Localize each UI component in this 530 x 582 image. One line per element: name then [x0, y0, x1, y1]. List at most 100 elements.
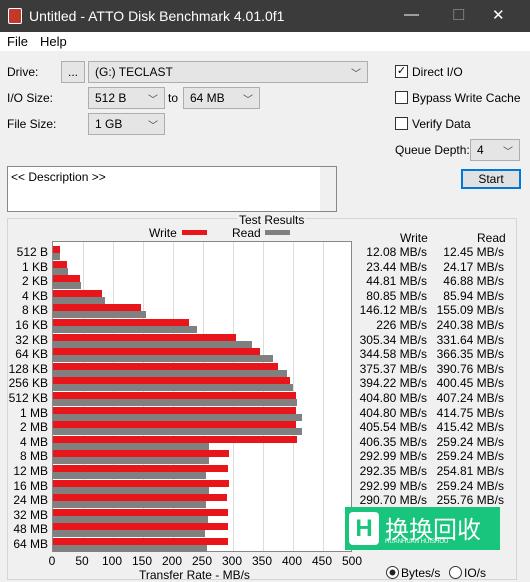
read-value: 254.81 MB/s	[436, 464, 504, 478]
x-tick-label: 250	[191, 554, 213, 568]
read-value: 85.94 MB/s	[443, 288, 504, 303]
maximize-icon[interactable]: ☐	[452, 6, 465, 24]
browse-button[interactable]: ...	[61, 61, 85, 83]
read-value: 255.76 MB/s	[436, 493, 504, 508]
minimize-icon[interactable]: —	[404, 6, 419, 23]
write-bar	[53, 435, 297, 443]
read-column-header: Read	[477, 231, 506, 245]
x-tick-label: 100	[101, 554, 123, 568]
row-label: 512 B	[16, 245, 48, 259]
x-tick-label: 50	[75, 554, 89, 568]
write-bar	[53, 275, 80, 283]
results-title: Test Results	[237, 213, 307, 227]
write-bar	[53, 260, 68, 268]
menu-file[interactable]: File	[7, 34, 28, 49]
io-from-select[interactable]: 512 B ﹀	[88, 87, 165, 109]
row-label: 256 KB	[8, 376, 48, 391]
bypass-write-cache-checkbox[interactable]	[395, 91, 408, 104]
write-value: 406.35 MB/s	[359, 434, 427, 449]
read-value: 46.88 MB/s	[443, 274, 504, 289]
chevron-down-icon: ﹀	[148, 121, 158, 132]
write-value: 305.34 MB/s	[359, 332, 427, 347]
row-label: 32 KB	[15, 332, 48, 347]
legend-write-label: Write	[149, 226, 177, 240]
file-size-select[interactable]: 1 GB ﹀	[88, 113, 165, 135]
write-value: 292.99 MB/s	[359, 478, 427, 493]
read-value: 240.38 MB/s	[436, 318, 504, 332]
chevron-down-icon: ﹀	[243, 95, 253, 106]
write-bar	[53, 479, 229, 487]
chevron-down-icon: ﹀	[503, 147, 513, 158]
menu-help[interactable]: Help	[40, 34, 67, 49]
write-bar	[53, 304, 141, 312]
write-value: 12.08 MB/s	[366, 245, 427, 259]
write-bar	[53, 421, 297, 429]
io-label: IO/s	[464, 566, 487, 580]
write-bar	[53, 508, 229, 516]
drive-select[interactable]: (G:) TECLAST ﹀	[88, 61, 368, 83]
read-bar	[53, 545, 207, 552]
chevron-down-icon: ﹀	[351, 69, 361, 80]
read-bar	[53, 399, 298, 406]
write-value: 226 MB/s	[376, 318, 427, 332]
read-bar	[53, 267, 68, 275]
row-label: 2 KB	[21, 274, 48, 289]
read-value: 155.09 MB/s	[436, 303, 504, 318]
read-bar	[53, 253, 61, 260]
write-bar	[53, 319, 189, 326]
read-value: 259.24 MB/s	[436, 434, 504, 449]
app-icon	[8, 8, 22, 24]
read-bar	[53, 355, 273, 363]
write-value: 23.44 MB/s	[366, 259, 427, 274]
close-icon[interactable]: ✕	[492, 6, 505, 24]
queue-depth-label: Queue Depth:	[395, 143, 470, 157]
write-bar	[53, 362, 279, 370]
x-tick-label: 500	[341, 554, 363, 568]
write-value: 344.58 MB/s	[359, 347, 427, 362]
write-value: 80.85 MB/s	[366, 288, 427, 303]
direct-io-label: Direct I/O	[412, 65, 463, 79]
write-value: 404.80 MB/s	[359, 405, 427, 420]
scrollbar[interactable]	[320, 167, 336, 211]
row-label: 48 MB	[13, 522, 48, 537]
write-bar	[53, 377, 290, 385]
bypass-write-cache-label: Bypass Write Cache	[412, 91, 521, 105]
read-value: 400.45 MB/s	[436, 376, 504, 391]
row-label: 8 MB	[19, 449, 48, 464]
row-label: 1 KB	[21, 259, 48, 274]
io-to-select[interactable]: 64 MB ﹀	[183, 87, 260, 109]
drive-value: (G:) TECLAST	[95, 65, 173, 79]
io-radio[interactable]	[449, 566, 462, 579]
read-bar	[53, 428, 303, 436]
read-bar	[53, 457, 209, 465]
description-textarea[interactable]: << Description >>	[7, 166, 337, 212]
read-bar	[53, 486, 209, 494]
read-bar	[53, 282, 82, 290]
watermark: H 换换回收 HUANHUAN HUISHOU	[345, 507, 500, 550]
queue-depth-select[interactable]: 4 ﹀	[470, 139, 520, 161]
write-bar	[53, 523, 229, 531]
write-bar	[53, 406, 296, 414]
row-label: 24 MB	[13, 493, 48, 508]
read-value: 390.76 MB/s	[436, 361, 504, 376]
read-value: 407.24 MB/s	[436, 391, 504, 405]
io-to-value: 64 MB	[190, 91, 225, 105]
read-bar	[53, 296, 105, 304]
verify-data-checkbox[interactable]	[395, 117, 408, 130]
direct-io-checkbox[interactable]: ✓	[395, 65, 408, 78]
gridline	[323, 242, 324, 551]
drive-label: Drive:	[7, 65, 39, 79]
chevron-down-icon: ﹀	[148, 95, 158, 106]
bytes-radio[interactable]	[386, 566, 399, 579]
window-title: Untitled - ATTO Disk Benchmark 4.01.0f1	[29, 8, 285, 24]
file-size-label: File Size:	[7, 117, 57, 131]
start-button[interactable]: Start	[461, 169, 521, 189]
read-bar	[53, 311, 147, 319]
read-bar	[53, 501, 207, 509]
legend-read-swatch	[265, 230, 290, 235]
row-label: 32 MB	[13, 507, 48, 522]
read-value: 259.24 MB/s	[436, 478, 504, 493]
write-value: 146.12 MB/s	[359, 303, 427, 318]
read-bar	[53, 472, 206, 479]
row-label: 8 KB	[21, 303, 48, 318]
